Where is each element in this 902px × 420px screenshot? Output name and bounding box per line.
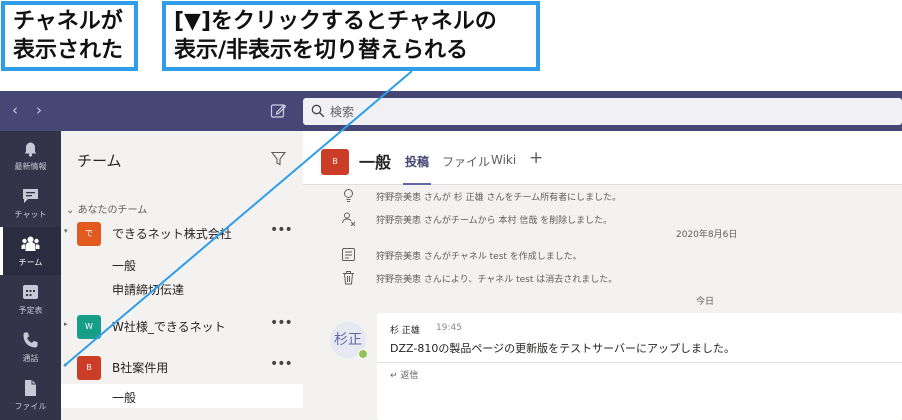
reply-label: 返信 [400,371,419,381]
compose-icon[interactable] [270,102,287,119]
channel-icon [342,248,355,261]
channel-area: B 一般 投稿 ファイル Wiki + 狩野奈美恵 さんが 杉 正雄 さんをチー… [303,131,902,420]
channel-avatar: B [321,149,349,175]
team-avatar: B [77,356,101,380]
message-time: 19:45 [436,323,462,333]
rail-item-activity[interactable]: 最新情報 [0,131,61,179]
team-name: できるネット株式会社 [112,227,232,241]
date-divider: 今日 [696,297,715,307]
system-message-text: 狩野奈美恵 さんがチームから 本村 信哉 を削除しました。 [376,216,613,226]
rail-label-activity: 最新情報 [14,162,47,171]
channel-name: 一般 [112,259,137,273]
rail-item-teams[interactable]: チーム [0,227,61,275]
chevron-right-icon[interactable]: › [36,101,42,119]
presence-badge [358,349,368,359]
bell-icon [24,142,37,157]
calendar-icon [23,285,38,299]
tab-files[interactable]: ファイル [442,153,490,170]
message-divider [377,362,902,363]
callout-channel-shown: チャネルが 表示された [1,1,138,71]
people-remove-icon [342,212,356,226]
channel-header: B 一般 投稿 ファイル Wiki + [303,131,902,185]
rail-label-files: ファイル [14,402,47,411]
chat-icon [23,189,38,203]
date-divider: 2020年8月6日 [676,230,738,240]
more-options-icon[interactable]: ••• [270,222,293,238]
system-message: 狩野奈美恵 さんがチームから 本村 信哉 を削除しました。 [303,209,902,229]
channel-name: 申請締切伝達 [112,283,185,297]
callout-right-line1: [▼]をクリックするとチャネルの [174,9,497,34]
rail-label-calendar: 予定表 [18,306,43,315]
message-author: 杉 正雄 [390,326,420,336]
callout-left-line2: 表示された [13,38,124,63]
team-row-dekiru[interactable]: ▾ で できるネット株式会社 ••• [61,218,303,250]
callout-left-line1: チャネルが [13,9,123,34]
search-icon [311,104,325,118]
your-teams-section-label[interactable]: ⌄ あなたのチーム [66,201,147,216]
active-tab-indicator [403,183,431,185]
channel-name: 一般 [112,391,137,405]
system-message: 狩野奈美恵 さんが 杉 正雄 さんをチーム所有者にしました。 [303,186,902,206]
rail-item-chat[interactable]: チャット [0,179,61,227]
team-row-w[interactable]: ▸ W W社様_できるネット ••• [61,311,303,343]
rail-item-files[interactable]: ファイル [0,371,61,419]
search-input[interactable]: 検索 [303,98,902,125]
system-message: 狩野奈美恵 さんがチャネル test を作成しました。 [303,245,902,265]
your-teams-label-text: あなたのチーム [77,205,148,216]
teams-window: ‹ › 検索 最新情報 チャット チーム 予定表 通話 ファイル チーム ⌄ あ… [0,91,902,420]
add-tab-button[interactable]: + [529,148,543,168]
callout-right-line2: 表示/非表示を切り替えられる [174,38,469,63]
team-avatar: で [77,222,101,246]
reply-icon: ↵ [390,371,398,381]
system-message: 狩野奈美恵 さんにより、チャネル test は消去されました。 [303,268,902,288]
message-text: DZZ-810の製品ページの更新版をテストサーバーにアップしました。 [390,342,735,355]
callout-toggle-explanation: [▼]をクリックするとチャネルの 表示/非表示を切り替えられる [162,1,540,71]
more-options-icon[interactable]: ••• [270,356,293,372]
team-avatar: W [77,315,101,339]
more-options-icon[interactable]: ••• [270,315,293,331]
file-icon [25,380,36,396]
system-message-text: 狩野奈美恵 さんにより、チャネル test は消去されました。 [376,275,618,285]
chevron-down-icon[interactable]: ▾ [64,227,68,235]
rail-item-calls[interactable]: 通話 [0,323,61,371]
chevron-left-icon[interactable]: ‹ [12,101,18,119]
chevron-down-icon[interactable]: ▾ [64,361,68,369]
message-feed: 狩野奈美恵 さんが 杉 正雄 さんをチーム所有者にしました。 狩野奈美恵 さんが… [303,186,902,420]
filter-icon[interactable] [271,151,286,166]
lightbulb-icon [344,189,353,202]
team-list-panel: チーム ⌄ あなたのチーム ▾ で できるネット株式会社 ••• 一般 申請締切… [61,131,303,420]
tab-wiki[interactable]: Wiki [491,153,516,167]
channel-row-general-selected[interactable]: 一般 [61,384,303,408]
tab-posts[interactable]: 投稿 [405,153,429,170]
title-bar: ‹ › 検索 [0,91,902,131]
team-panel-title: チーム [77,152,122,170]
app-rail: 最新情報 チャット チーム 予定表 通話 ファイル [0,131,61,420]
chevron-right-icon[interactable]: ▸ [64,320,68,328]
channel-row-deadline[interactable]: 申請締切伝達 [61,276,303,300]
rail-label-chat: チャット [14,210,47,219]
rail-label-calls: 通話 [22,354,39,363]
team-name: B社案件用 [112,361,169,375]
teams-icon [21,236,40,251]
rail-item-calendar[interactable]: 予定表 [0,275,61,323]
message-card[interactable]: 杉 正雄 19:45 DZZ-810の製品ページの更新版をテストサーバーにアップ… [377,313,902,420]
team-row-b[interactable]: ▾ B B社案件用 ••• [61,352,303,384]
channel-row-general[interactable]: 一般 [61,252,303,276]
rail-label-teams: チーム [18,258,43,267]
trash-icon [343,271,354,285]
channel-title: 一般 [359,153,392,172]
team-name: W社様_できるネット [112,320,226,334]
system-message-text: 狩野奈美恵 さんが 杉 正雄 さんをチーム所有者にしました。 [376,193,622,203]
system-message-text: 狩野奈美恵 さんがチャネル test を作成しました。 [376,252,582,262]
reply-button[interactable]: ↵ 返信 [390,368,418,381]
search-placeholder: 検索 [330,105,355,119]
phone-icon [23,332,38,348]
